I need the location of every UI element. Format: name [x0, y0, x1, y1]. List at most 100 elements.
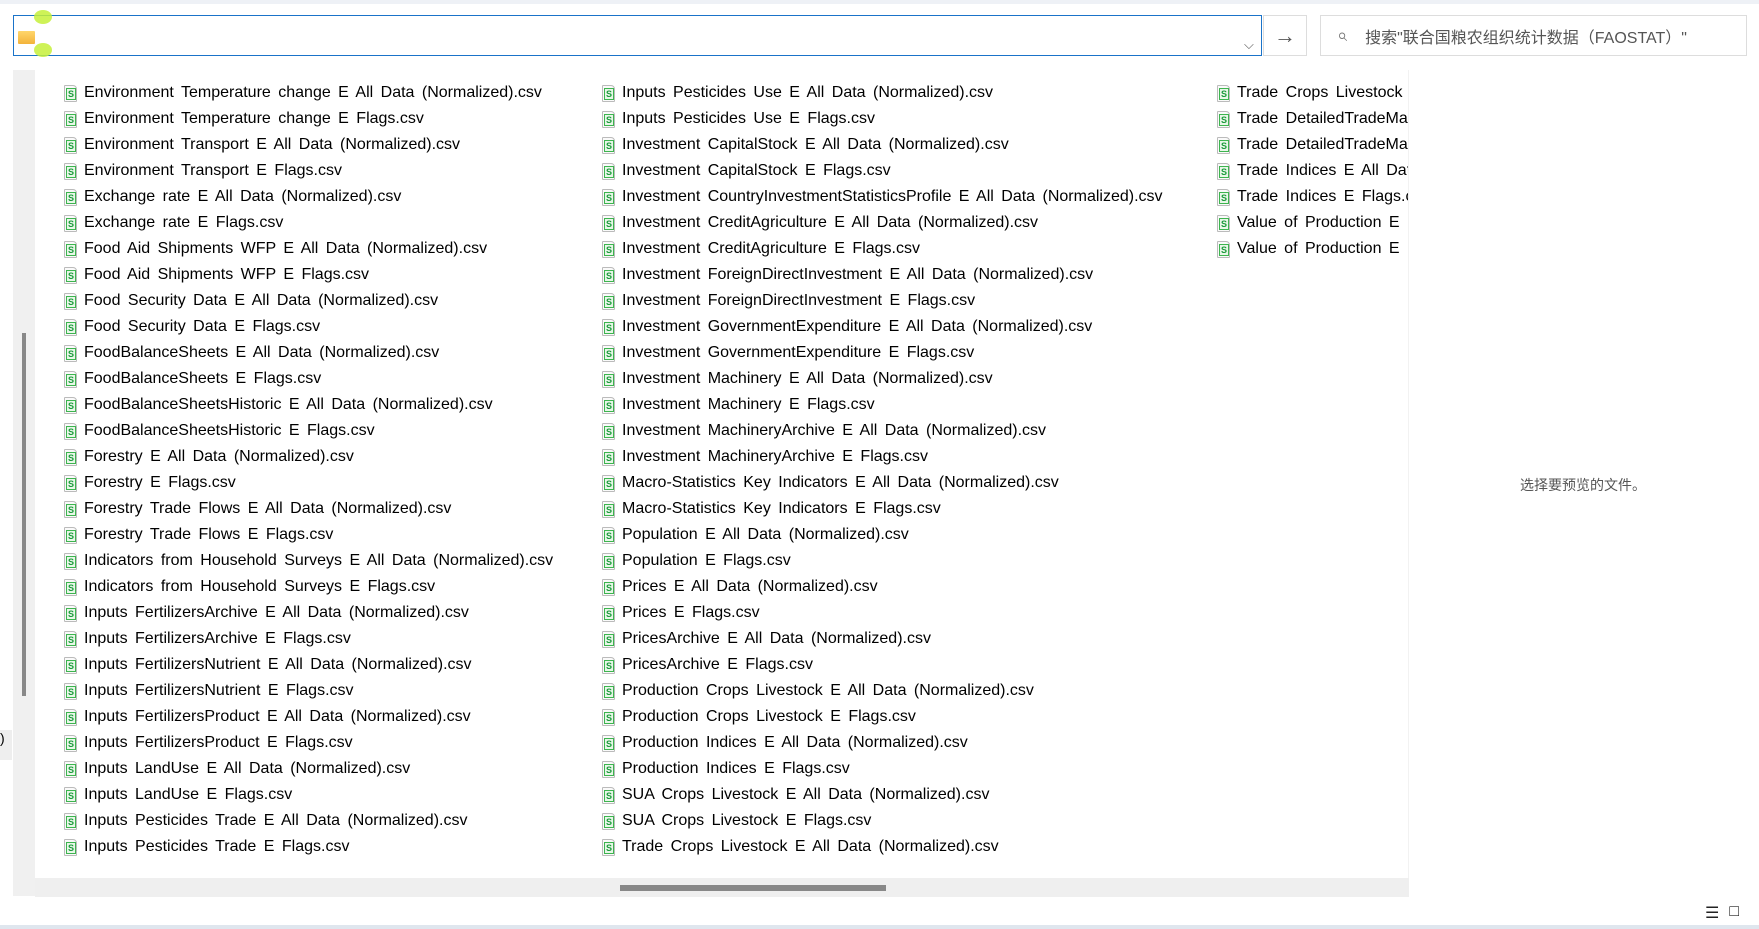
window-top-edge [0, 0, 1759, 4]
file-item[interactable]: Macro-Statistics Key Indicators E All Da… [602, 470, 1163, 496]
file-item[interactable]: FoodBalanceSheets E Flags.csv [64, 366, 553, 392]
file-item[interactable]: Exchange rate E All Data (Normalized).cs… [64, 184, 553, 210]
file-item[interactable]: Forestry Trade Flows E Flags.csv [64, 522, 553, 548]
file-item[interactable]: Forestry E Flags.csv [64, 470, 553, 496]
file-item[interactable]: Indicators from Household Surveys E All … [64, 548, 553, 574]
file-item[interactable]: Trade Indices E All Dat [1217, 158, 1408, 184]
file-item[interactable]: Prices E Flags.csv [602, 600, 1163, 626]
file-item[interactable]: Macro-Statistics Key Indicators E Flags.… [602, 496, 1163, 522]
file-name: Investment ForeignDirectInvestment E Fla… [622, 292, 976, 309]
csv-file-icon [64, 708, 77, 726]
file-item[interactable]: PricesArchive E Flags.csv [602, 652, 1163, 678]
file-item[interactable]: PricesArchive E All Data (Normalized).cs… [602, 626, 1163, 652]
file-item[interactable]: Inputs Pesticides Trade E Flags.csv [64, 834, 553, 860]
horizontal-scroll-thumb[interactable] [620, 885, 886, 891]
file-item[interactable]: Inputs Pesticides Use E Flags.csv [602, 106, 1163, 132]
file-name: Investment ForeignDirectInvestment E All… [622, 266, 1094, 283]
file-item[interactable]: Investment Machinery E All Data (Normali… [602, 366, 1163, 392]
file-item[interactable]: Trade DetailedTradeMa [1217, 132, 1408, 158]
file-name: SUA Crops Livestock E All Data (Normaliz… [622, 786, 990, 803]
file-item[interactable]: Value of Production E [1217, 210, 1408, 236]
file-item[interactable]: Trade Crops Livestock E All Data (Normal… [602, 834, 1163, 860]
file-item[interactable]: Inputs FertilizersNutrient E All Data (N… [64, 652, 553, 678]
file-item[interactable]: Production Indices E All Data (Normalize… [602, 730, 1163, 756]
file-name: Investment CreditAgriculture E All Data … [622, 214, 1039, 231]
file-column: Environment Temperature change E All Dat… [64, 80, 553, 860]
file-item[interactable]: Investment MachineryArchive E Flags.csv [602, 444, 1163, 470]
file-item[interactable]: Exchange rate E Flags.csv [64, 210, 553, 236]
file-item[interactable]: Investment CreditAgriculture E All Data … [602, 210, 1163, 236]
csv-file-icon [602, 786, 615, 804]
file-item[interactable]: Investment GovernmentExpenditure E Flags… [602, 340, 1163, 366]
file-name: Food Aid Shipments WFP E All Data (Norma… [84, 240, 488, 257]
file-item[interactable]: Value of Production E [1217, 236, 1408, 262]
file-name: Environment Temperature change E Flags.c… [84, 110, 424, 127]
file-item[interactable]: Production Indices E Flags.csv [602, 756, 1163, 782]
file-item[interactable]: Investment MachineryArchive E All Data (… [602, 418, 1163, 444]
file-item[interactable]: Investment CountryInvestmentStatisticsPr… [602, 184, 1163, 210]
file-item[interactable]: Trade DetailedTradeMa [1217, 106, 1408, 132]
file-item[interactable]: Investment CapitalStock E Flags.csv [602, 158, 1163, 184]
file-name: Prices E Flags.csv [622, 604, 760, 621]
file-item[interactable]: FoodBalanceSheetsHistoric E All Data (No… [64, 392, 553, 418]
file-name: Inputs Pesticides Trade E All Data (Norm… [84, 812, 468, 829]
file-item[interactable]: Environment Transport E All Data (Normal… [64, 132, 553, 158]
file-item[interactable]: Production Crops Livestock E Flags.csv [602, 704, 1163, 730]
file-name: Trade DetailedTradeMa [1237, 136, 1408, 153]
file-item[interactable]: Forestry E All Data (Normalized).csv [64, 444, 553, 470]
file-item[interactable]: Environment Temperature change E Flags.c… [64, 106, 553, 132]
file-name: FoodBalanceSheetsHistoric E All Data (No… [84, 396, 493, 413]
file-item[interactable]: Population E Flags.csv [602, 548, 1163, 574]
csv-file-icon [64, 474, 77, 492]
file-item[interactable]: Food Security Data E Flags.csv [64, 314, 553, 340]
file-item[interactable]: Inputs FertilizersNutrient E Flags.csv [64, 678, 553, 704]
file-item[interactable]: Inputs FertilizersProduct E Flags.csv [64, 730, 553, 756]
file-item[interactable]: Inputs LandUse E Flags.csv [64, 782, 553, 808]
file-item[interactable]: Food Security Data E All Data (Normalize… [64, 288, 553, 314]
file-item[interactable]: Environment Transport E Flags.csv [64, 158, 553, 184]
file-item[interactable]: Inputs FertilizersProduct E All Data (No… [64, 704, 553, 730]
search-input[interactable]: ⌕ 搜索"联合国粮农组织统计数据（FAOSTAT）" [1320, 15, 1747, 56]
file-item[interactable]: Food Aid Shipments WFP E Flags.csv [64, 262, 553, 288]
file-item[interactable]: Investment GovernmentExpenditure E All D… [602, 314, 1163, 340]
csv-file-icon [64, 786, 77, 804]
details-view-icon[interactable]: ☰ [1705, 903, 1719, 923]
file-item[interactable]: Inputs Pesticides Trade E All Data (Norm… [64, 808, 553, 834]
csv-file-icon [602, 292, 615, 310]
csv-file-icon [602, 682, 615, 700]
file-name: Inputs FertilizersNutrient E All Data (N… [84, 656, 472, 673]
horizontal-scrollbar[interactable] [35, 878, 1409, 897]
file-item[interactable]: Forestry Trade Flows E All Data (Normali… [64, 496, 553, 522]
search-icon: ⌕ [1337, 25, 1348, 45]
file-item[interactable]: Indicators from Household Surveys E Flag… [64, 574, 553, 600]
file-item[interactable]: FoodBalanceSheetsHistoric E Flags.csv [64, 418, 553, 444]
file-item[interactable]: Inputs Pesticides Use E All Data (Normal… [602, 80, 1163, 106]
file-item[interactable]: FoodBalanceSheets E All Data (Normalized… [64, 340, 553, 366]
nav-pane-edge[interactable]: ) [0, 730, 12, 760]
address-bar[interactable]: ⌵ [13, 10, 1262, 57]
file-item[interactable]: SUA Crops Livestock E All Data (Normaliz… [602, 782, 1163, 808]
file-item[interactable]: SUA Crops Livestock E Flags.csv [602, 808, 1163, 834]
chevron-down-icon[interactable]: ⌵ [1244, 37, 1254, 53]
large-icons-view-icon[interactable]: □ [1729, 903, 1739, 923]
file-name: Production Crops Livestock E All Data (N… [622, 682, 1034, 699]
file-item[interactable]: Food Aid Shipments WFP E All Data (Norma… [64, 236, 553, 262]
file-item[interactable]: Prices E All Data (Normalized).csv [602, 574, 1163, 600]
file-item[interactable]: Inputs LandUse E All Data (Normalized).c… [64, 756, 553, 782]
csv-file-icon [64, 734, 77, 752]
file-item[interactable]: Investment ForeignDirectInvestment E Fla… [602, 288, 1163, 314]
file-item[interactable]: Investment ForeignDirectInvestment E All… [602, 262, 1163, 288]
file-item[interactable]: Trade Indices E Flags.c [1217, 184, 1408, 210]
file-item[interactable]: Population E All Data (Normalized).csv [602, 522, 1163, 548]
go-arrow-button[interactable]: → [1263, 15, 1307, 56]
file-item[interactable]: Environment Temperature change E All Dat… [64, 80, 553, 106]
vertical-scroll-thumb[interactable] [22, 333, 26, 696]
file-item[interactable]: Inputs FertilizersArchive E All Data (No… [64, 600, 553, 626]
file-item[interactable]: Inputs FertilizersArchive E Flags.csv [64, 626, 553, 652]
file-item[interactable]: Trade Crops Livestock [1217, 80, 1408, 106]
file-item[interactable]: Production Crops Livestock E All Data (N… [602, 678, 1163, 704]
file-item[interactable]: Investment CapitalStock E All Data (Norm… [602, 132, 1163, 158]
file-item[interactable]: Investment Machinery E Flags.csv [602, 392, 1163, 418]
file-item[interactable]: Investment CreditAgriculture E Flags.csv [602, 236, 1163, 262]
csv-file-icon [602, 474, 615, 492]
